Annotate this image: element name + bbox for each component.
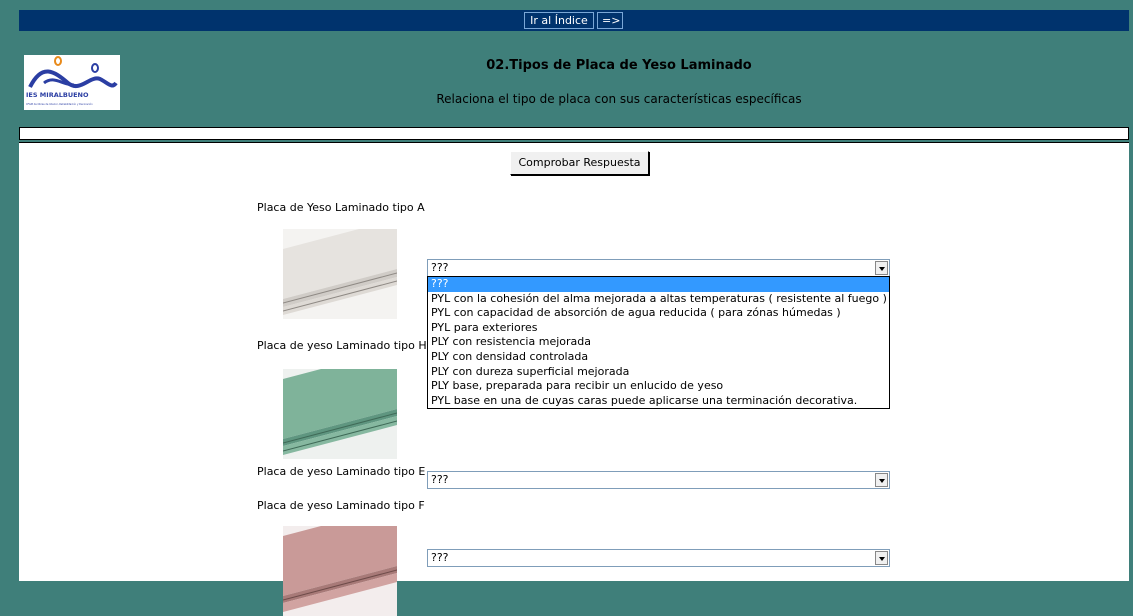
- dropdown-option[interactable]: PLY con dureza superficial mejorada: [428, 365, 889, 380]
- answer-dropdown-list: ??? PYL con la cohesión del alma mejorad…: [427, 276, 890, 410]
- chevron-down-icon[interactable]: [875, 261, 888, 275]
- index-button[interactable]: Ir al Índice: [524, 12, 594, 29]
- question-label-e: Placa de yeso Laminado tipo E: [257, 465, 426, 478]
- dropdown-option[interactable]: PLY base, preparada para recibir un enlu…: [428, 379, 889, 394]
- answer-select-f[interactable]: ???: [427, 549, 890, 567]
- ies-miralbueno-logo: IES MIRALBUENO CFGM de Obras de Interior…: [24, 55, 120, 110]
- page-subtitle: Relaciona el tipo de placa con sus carac…: [436, 92, 802, 106]
- dropdown-option[interactable]: ???: [428, 277, 889, 292]
- dropdown-option[interactable]: PYL base en una de cuyas caras puede apl…: [428, 394, 889, 409]
- next-button[interactable]: =>: [597, 12, 623, 29]
- board-image-h: [283, 369, 397, 459]
- svg-text:IES MIRALBUENO: IES MIRALBUENO: [26, 91, 89, 99]
- answer-select-a[interactable]: ???: [427, 259, 890, 277]
- top-navigation-bar: Ir al Índice =>: [19, 10, 1129, 31]
- chevron-down-icon[interactable]: [875, 473, 888, 487]
- chevron-down-icon[interactable]: [875, 551, 888, 565]
- exercise-area: Comprobar Respuesta Placa de Yeso Lamina…: [19, 142, 1129, 616]
- dropdown-option[interactable]: PYL para exteriores: [428, 321, 889, 336]
- answer-select-e[interactable]: ???: [427, 471, 890, 489]
- page-title: 02.Tipos de Placa de Yeso Laminado: [486, 58, 752, 73]
- question-label-h: Placa de yeso Laminado tipo H: [257, 339, 427, 352]
- board-image-a: [283, 229, 397, 319]
- check-answer-button[interactable]: Comprobar Respuesta: [510, 151, 649, 175]
- question-label-a: Placa de Yeso Laminado tipo A: [257, 201, 425, 214]
- dropdown-option[interactable]: PYL con capacidad de absorción de agua r…: [428, 306, 889, 321]
- question-label-f: Placa de yeso Laminado tipo F: [257, 499, 425, 512]
- header-divider: [19, 127, 1129, 140]
- dropdown-option[interactable]: PLY con densidad controlada: [428, 350, 889, 365]
- board-image-f: [283, 526, 397, 616]
- page-header: IES MIRALBUENO CFGM de Obras de Interior…: [19, 31, 1129, 127]
- dropdown-option[interactable]: PLY con resistencia mejorada: [428, 335, 889, 350]
- svg-text:CFGM de Obras de Interior, Reh: CFGM de Obras de Interior, Rehabilitació…: [26, 103, 93, 106]
- dropdown-option[interactable]: PYL con la cohesión del alma mejorada a …: [428, 292, 889, 307]
